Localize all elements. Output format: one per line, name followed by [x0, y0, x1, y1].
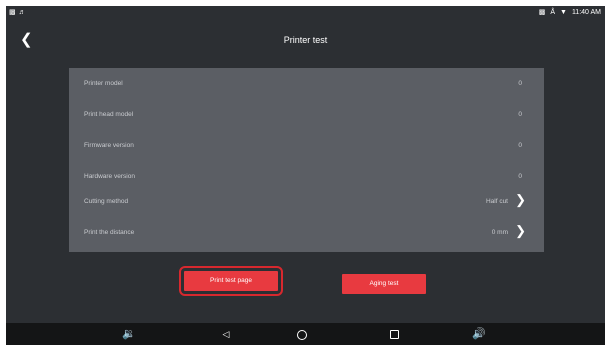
info-row-value: 0: [518, 173, 522, 180]
info-row-label: Cutting method: [84, 198, 129, 205]
info-row-firmware-version: Firmware version 0: [69, 132, 544, 162]
chevron-right-icon[interactable]: ❯: [515, 224, 526, 238]
battery-icon: ▩: [538, 9, 546, 16]
navigation-bar: 🔉 ◁ 🔊: [6, 323, 605, 345]
home-icon[interactable]: [297, 330, 307, 340]
info-row-printer-model: Printer model 0: [69, 70, 544, 100]
info-row-print-distance[interactable]: Print the distance 0 mm ❯: [69, 219, 544, 249]
info-row-value: 0 mm: [491, 229, 508, 236]
screen: ▩ ♬ ▩ Å ▼ 11:40 AM ❮ Printer test Printe…: [6, 6, 605, 345]
info-row-label: Firmware version: [84, 142, 134, 149]
wifi-icon: ▼: [560, 9, 567, 16]
info-row-value: Half cut: [485, 198, 508, 205]
info-row-label: Print the distance: [84, 229, 135, 236]
info-row-label: Printer model: [84, 80, 123, 87]
volume-icon: ♬: [18, 9, 26, 16]
printer-info-panel: Printer model 0 Print head model 0 Firmw…: [69, 68, 544, 252]
info-row-label: Print head model: [84, 111, 134, 118]
status-bar: ▩ ♬ ▩ Å ▼ 11:40 AM: [6, 6, 605, 20]
info-row-cutting-method[interactable]: Cutting method Half cut ❯: [69, 188, 544, 218]
info-row-value: 0: [518, 111, 522, 118]
info-row-print-head-model: Print head model 0: [69, 101, 544, 131]
status-right: ▩ Å ▼ 11:40 AM: [539, 9, 601, 17]
volume-down-icon[interactable]: 🔉: [120, 325, 138, 343]
volume-up-icon[interactable]: 🔊: [470, 325, 488, 343]
bluetooth-icon: Å: [550, 9, 555, 16]
status-left: ▩ ♬: [9, 9, 26, 17]
info-row-value: 0: [518, 142, 522, 149]
page-title: Printer test: [283, 35, 328, 45]
info-row-value: 0: [518, 80, 522, 87]
header: ❮ Printer test: [6, 30, 605, 52]
chevron-right-icon[interactable]: ❯: [515, 193, 526, 207]
back-icon[interactable]: ◁: [217, 325, 235, 343]
print-test-page-button[interactable]: Print test page: [179, 266, 283, 296]
info-row-label: Hardware version: [84, 173, 135, 180]
recents-icon[interactable]: [390, 330, 399, 339]
status-time: 11:40 AM: [571, 9, 601, 16]
notification-icon: ▩: [9, 9, 16, 16]
aging-test-button[interactable]: Aging test: [342, 274, 426, 294]
